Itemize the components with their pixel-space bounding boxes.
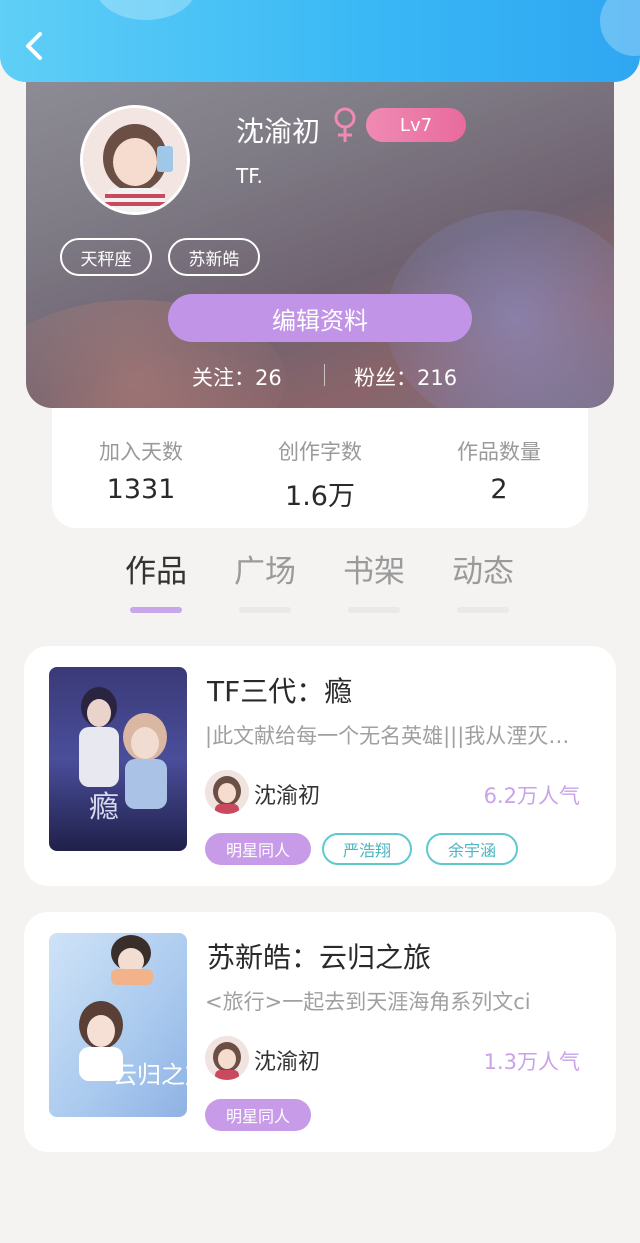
tab-indicator	[239, 607, 291, 613]
edit-profile-button[interactable]: 编辑资料	[168, 294, 472, 342]
character-tag[interactable]: 余宇涵	[426, 833, 518, 865]
work-card[interactable]: 瘾 TF三代：瘾 |此文献给每一个无名英雄|||我从湮灭里醒来 沈渝初 6.2万…	[24, 646, 616, 886]
stat-label: 创作字数	[278, 440, 362, 464]
stat-word-count: 创作字数 1.6万	[231, 436, 409, 513]
character-tag[interactable]: 严浩翔	[322, 833, 412, 865]
stats-card: 加入天数 1331 创作字数 1.6万 作品数量 2	[52, 400, 588, 528]
stat-value: 2	[490, 474, 508, 505]
tab-bar: 作品 广场 书架 动态	[0, 528, 640, 618]
author-name[interactable]: 沈渝初	[254, 778, 320, 810]
tab-label: 书架	[343, 554, 405, 590]
cover-title: 瘾	[89, 790, 119, 825]
tab-label: 动态	[452, 554, 514, 590]
header-bubble	[96, 0, 196, 20]
profile-tag[interactable]: 天秤座	[60, 238, 152, 276]
work-card[interactable]: 云归之旅 苏新皓：云归之旅 <旅行>一起去到天涯海角系列文ci 沈渝初 1.3万…	[24, 912, 616, 1152]
following-count[interactable]: 关注：26	[192, 362, 282, 392]
tab-square[interactable]: 广场	[225, 546, 305, 613]
stat-join-days: 加入天数 1331	[52, 436, 230, 505]
stat-value: 1.6万	[285, 481, 355, 512]
tab-indicator	[130, 607, 182, 613]
profile-card: 沈渝初 Lv7 TF. 天秤座 苏新皓 编辑资料 关注：26 粉丝：216	[26, 70, 614, 408]
tab-label: 作品	[125, 554, 187, 590]
header-bubble	[600, 0, 640, 56]
author-avatar[interactable]	[205, 770, 249, 814]
tab-label: 广场	[234, 554, 296, 590]
signature: TF.	[236, 164, 263, 188]
avatar[interactable]	[80, 105, 190, 215]
level-badge: Lv7	[366, 108, 466, 142]
book-cover[interactable]: 云归之旅	[49, 933, 187, 1117]
work-description: <旅行>一起去到天涯海角系列文ci	[205, 990, 531, 1014]
header-bar	[0, 0, 640, 82]
work-title[interactable]: 苏新皓：云归之旅	[207, 936, 431, 976]
divider	[324, 364, 325, 386]
stat-value: 1331	[106, 474, 176, 505]
chevron-left-icon[interactable]	[18, 28, 52, 64]
user-name: 沈渝初	[236, 115, 321, 148]
tab-works[interactable]: 作品	[116, 546, 196, 613]
genre-tag[interactable]: 明星同人	[205, 833, 311, 865]
stat-works-count: 作品数量 2	[410, 436, 588, 505]
stat-label: 加入天数	[99, 440, 183, 464]
tab-bookshelf[interactable]: 书架	[334, 546, 414, 613]
work-title[interactable]: TF三代：瘾	[207, 670, 352, 710]
genre-tag[interactable]: 明星同人	[205, 1099, 311, 1131]
author-avatar[interactable]	[205, 1036, 249, 1080]
page-footer-space	[0, 1160, 640, 1243]
tab-indicator	[348, 607, 400, 613]
popularity: 1.3万人气	[483, 1050, 580, 1074]
profile-tag[interactable]: 苏新皓	[168, 238, 260, 276]
cover-title: 云归之旅	[113, 1061, 187, 1089]
tab-activity[interactable]: 动态	[443, 546, 523, 613]
female-icon	[334, 107, 356, 142]
followers-count[interactable]: 粉丝：216	[354, 362, 457, 392]
follow-stats: 关注：26 粉丝：216	[26, 360, 614, 392]
work-description: |此文献给每一个无名英雄|||我从湮灭里醒来	[205, 724, 585, 748]
tab-indicator	[457, 607, 509, 613]
stat-label: 作品数量	[457, 440, 541, 464]
book-cover[interactable]: 瘾	[49, 667, 187, 851]
author-name[interactable]: 沈渝初	[254, 1044, 320, 1076]
popularity: 6.2万人气	[483, 784, 580, 808]
